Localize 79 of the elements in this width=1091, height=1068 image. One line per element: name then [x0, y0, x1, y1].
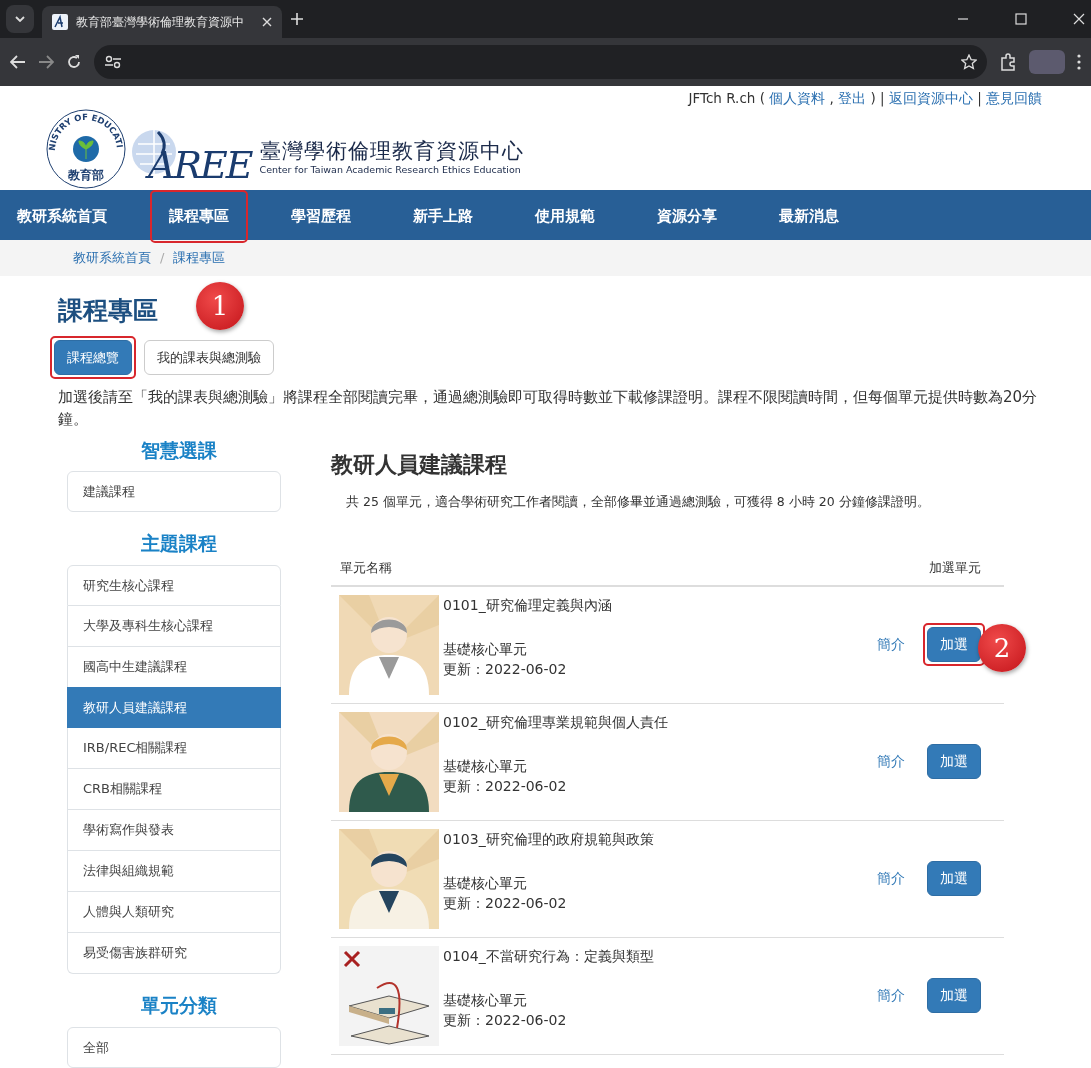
breadcrumb-separator: /: [160, 249, 165, 268]
view-tab[interactable]: 我的課表與總測驗: [144, 339, 274, 375]
sidebar-item[interactable]: 國高中生建議課程: [67, 647, 281, 688]
puzzle-icon[interactable]: [999, 53, 1017, 71]
user-link[interactable]: 登出: [838, 90, 867, 106]
update-date: 更新：2022-06-02: [443, 777, 568, 797]
favicon-icon: [52, 14, 68, 30]
sidebar-heading: 單元分類: [139, 994, 218, 1018]
sidebar-item[interactable]: 研究生核心課程: [67, 565, 281, 606]
breadcrumb-link[interactable]: 課程專區: [173, 248, 226, 268]
section-title: 教研人員建議課程: [331, 450, 508, 479]
user-link[interactable]: 返回資源中心: [888, 90, 973, 106]
sidebar-heading: 智慧選課: [139, 438, 218, 463]
nav-link[interactable]: 教研系統首頁: [2, 194, 122, 239]
browser-tab[interactable]: 教育部臺灣學術倫理教育資源中: [42, 6, 282, 38]
add-button[interactable]: 加選: [927, 627, 981, 662]
nav-link[interactable]: 新手上路: [398, 194, 488, 239]
sidebar-item[interactable]: 全部: [67, 1026, 281, 1068]
course-category: 基礎核心單元: [443, 873, 528, 893]
nav-link[interactable]: 使用規範: [520, 194, 610, 239]
star-icon[interactable]: [961, 54, 977, 70]
nav-link[interactable]: 資源分享: [642, 194, 732, 239]
add-button[interactable]: 加選: [927, 744, 981, 779]
maximize-icon[interactable]: [1015, 13, 1027, 25]
sidebar-item[interactable]: IRB/REC相關課程: [67, 728, 281, 769]
sidebar-item[interactable]: 建議課程: [67, 471, 281, 513]
user-link[interactable]: 個人資料: [769, 90, 826, 106]
step-number-badge: 1: [196, 282, 244, 330]
course-title: 0101_研究倫理定義與內涵: [443, 595, 613, 615]
course-title: 0104_不當研究行為：定義與類型: [443, 946, 655, 966]
notice-text: 加選後請至「我的課表與總測驗」將課程全部閱讀完畢，通過總測驗即可取得時數並下載修課證明。課程不限閱讀時間，但每個單元提供時數為20分鐘。: [58, 387, 1039, 430]
site-settings-icon[interactable]: [104, 54, 122, 70]
plus-icon[interactable]: [290, 12, 304, 26]
sidebar-item[interactable]: 教研人員建議課程: [67, 687, 281, 728]
nav-link[interactable]: 學習歷程: [276, 194, 366, 239]
update-date: 更新：2022-06-02: [443, 660, 568, 680]
address-field[interactable]: [94, 45, 987, 79]
user-link[interactable]: 意見回饋: [986, 90, 1042, 106]
sidebar-item[interactable]: 人體與人類研究: [67, 892, 281, 933]
update-date: 更新：2022-06-02: [443, 894, 568, 914]
intro-link[interactable]: 簡介: [877, 751, 905, 772]
column-header: 單元名稱: [340, 558, 392, 577]
add-button[interactable]: 加選: [927, 861, 981, 896]
sidebar-item[interactable]: 大學及專科生核心課程: [67, 606, 281, 647]
site-subtitle: Center for Taiwan Academic Research Ethics Education: [259, 163, 522, 178]
intro-link[interactable]: 簡介: [877, 634, 905, 655]
sidebar-item[interactable]: CRB相關課程: [67, 769, 281, 810]
chevron-down-icon: [15, 16, 25, 22]
more-menu-icon[interactable]: [1077, 54, 1081, 70]
view-tab[interactable]: 課程總覽: [54, 339, 132, 375]
tab-list-button[interactable]: [6, 5, 34, 33]
intro-link[interactable]: 簡介: [877, 985, 905, 1006]
forward-arrow-icon[interactable]: [38, 55, 54, 69]
user-links-line: JFTch R.ch ( 個人資料 , 登出 ) | 返回資源中心 | 意見回饋: [686, 89, 1042, 108]
course-category: 基礎核心單元: [443, 639, 528, 659]
update-date: 更新：2022-06-02: [443, 1011, 568, 1031]
breadcrumb-link[interactable]: 教研系統首頁: [73, 248, 151, 268]
nav-link[interactable]: 最新消息: [764, 194, 854, 239]
close-icon[interactable]: [1073, 13, 1085, 25]
sidebar-heading: 主題課程: [139, 532, 218, 557]
page-title: 課程專區: [58, 295, 158, 327]
course-summary: 共 25 個單元，適合學術研究工作者閱讀，全部修畢並通過總測驗，可獲得 8 小時 20 分鐘修課證明。: [345, 492, 931, 511]
reload-icon[interactable]: [66, 54, 82, 70]
sidebar-item[interactable]: 學術寫作與發表: [67, 810, 281, 851]
add-button[interactable]: 加選: [927, 978, 981, 1013]
site-title: 臺灣學術倫理教育資源中心: [259, 140, 524, 164]
nav-link[interactable]: 課程專區: [154, 194, 244, 239]
tab-title: 教育部臺灣學術倫理教育資源中: [76, 14, 245, 31]
course-title: 0102_研究倫理專業規範與個人責任: [443, 712, 669, 732]
step-number-badge: 2: [978, 624, 1026, 672]
course-title: 0103_研究倫理的政府規範與政策: [443, 829, 655, 849]
intro-link[interactable]: 簡介: [877, 868, 905, 889]
close-icon[interactable]: [262, 17, 272, 27]
course-category: 基礎核心單元: [443, 990, 528, 1010]
sidebar-item[interactable]: 易受傷害族群研究: [67, 933, 281, 974]
course-category: 基礎核心單元: [443, 756, 528, 776]
column-header: 加選單元: [929, 558, 981, 577]
sidebar-item[interactable]: 法律與組織規範: [67, 851, 281, 892]
back-arrow-icon[interactable]: [10, 55, 26, 69]
